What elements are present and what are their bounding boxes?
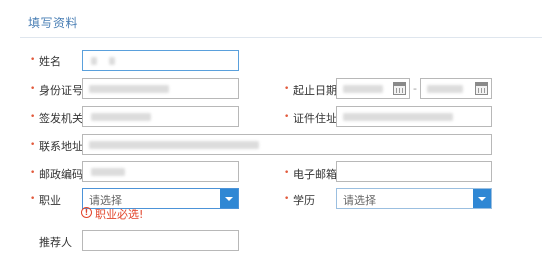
required-mark: • (284, 168, 290, 178)
id-number-input[interactable] (82, 78, 239, 99)
referrer-label: 推荐人 (39, 236, 72, 249)
required-mark: • (30, 168, 36, 178)
section-title: 填写资料 (28, 16, 79, 30)
referrer-input[interactable] (82, 230, 239, 251)
education-select[interactable]: 请选择 (336, 188, 492, 209)
required-mark: • (30, 55, 36, 65)
education-label: 学历 (293, 194, 315, 207)
end-date-input[interactable] (420, 78, 492, 99)
exclamation-circle-icon: ! (81, 207, 92, 218)
issuing-authority-input[interactable] (82, 106, 239, 127)
chevron-down-icon[interactable] (220, 189, 238, 208)
required-mark: • (284, 84, 290, 94)
calendar-icon[interactable] (475, 82, 488, 95)
required-mark: • (30, 84, 36, 94)
calendar-icon[interactable] (393, 82, 406, 95)
chevron-down-icon[interactable] (473, 189, 491, 208)
id-number-label: 身份证号 (39, 84, 83, 97)
postal-code-label: 邮政编码 (39, 168, 83, 181)
education-selected: 请选择 (343, 194, 376, 207)
occupation-error: 职业必选! (95, 208, 144, 221)
required-mark: • (284, 112, 290, 122)
section-divider (20, 37, 542, 38)
email-input[interactable] (336, 161, 492, 182)
required-mark: • (284, 194, 290, 204)
email-label: 电子邮箱 (293, 168, 337, 181)
issuing-authority-label: 签发机关 (39, 112, 83, 125)
date-separator: - (413, 82, 417, 95)
address-label: 联系地址 (39, 140, 83, 153)
start-date-input[interactable] (336, 78, 410, 99)
postal-code-input[interactable] (82, 161, 239, 182)
name-input[interactable] (82, 50, 239, 71)
address-input[interactable] (82, 134, 492, 155)
validity-label: 起止日期 (293, 84, 337, 97)
required-mark: • (30, 194, 36, 204)
occupation-label: 职业 (39, 194, 61, 207)
id-address-input[interactable] (336, 106, 492, 127)
name-label: 姓名 (39, 55, 61, 68)
id-address-label: 证件住址 (293, 112, 337, 125)
required-mark: • (30, 140, 36, 150)
required-mark: • (30, 112, 36, 122)
